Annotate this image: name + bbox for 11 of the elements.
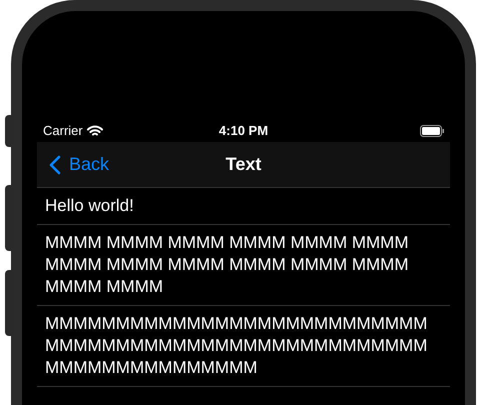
row-text: MMMM MMMM MMMM MMMM MMMM MMMM MMMM MMMM MMMM MMMM MMMM MMMM MMMM MMMM	[45, 232, 410, 298]
navigation-title: Text	[226, 153, 262, 176]
battery-icon	[420, 124, 444, 136]
chevron-left-icon	[49, 154, 61, 174]
back-button[interactable]: Back	[49, 151, 110, 178]
carrier-label: Carrier	[43, 122, 83, 140]
status-time: 4:10 PM	[218, 122, 268, 140]
row-text: Hello world!	[45, 195, 135, 217]
wifi-icon	[86, 124, 103, 136]
side-button[interactable]	[5, 115, 13, 147]
row-text: MMMMMMMMMMMMMMMMMMMMMMMMMMMMMMMMMMMMMMMMMMMMMMMMMMMMMMMMMMMMMMMMMMMMM	[45, 313, 428, 379]
